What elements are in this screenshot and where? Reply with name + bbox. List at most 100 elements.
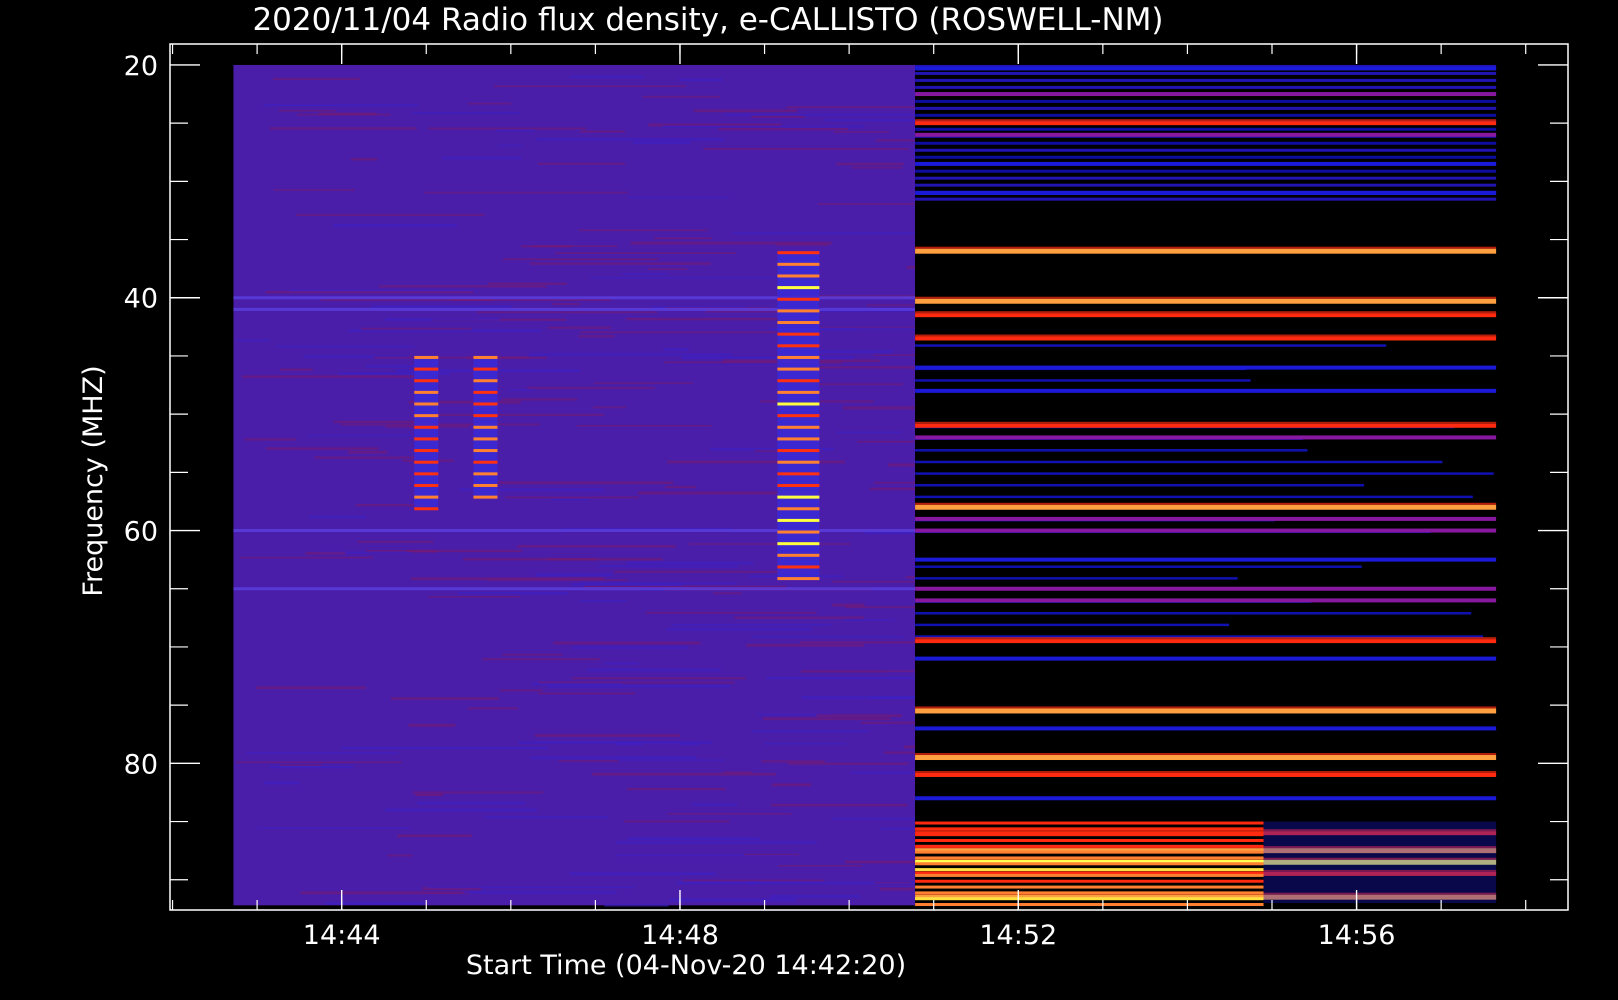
background-texture [682,356,854,359]
band-texture [915,379,1251,382]
background-texture [824,118,916,122]
emission-band [915,726,1497,731]
background-texture [745,644,865,647]
burst-stripe [473,414,498,418]
emission-band [915,336,1497,341]
background-texture [800,670,916,673]
background-texture [888,463,916,467]
burst-stripe [414,483,439,487]
burst-stripe [414,425,439,429]
emission-band [915,365,1497,370]
background-texture [347,450,388,454]
burst-stripe [777,472,820,476]
background-texture [508,389,535,391]
emission-band [915,772,1497,777]
burst-stripe [473,390,498,394]
background-texture [771,783,811,787]
background-texture [280,764,322,766]
burst-stripe [777,367,820,371]
band-texture [915,71,1497,75]
burst-stripe [777,518,820,522]
band-texture [915,344,1387,347]
burst-stripe [473,483,498,487]
background-texture [482,658,600,661]
y-tick-label: 60 [124,517,158,548]
broadband-enhancement [915,891,1264,895]
emission-band [915,796,1497,801]
x-tick-label: 14:44 [303,920,381,951]
background-texture [384,808,537,812]
background-texture [873,354,916,357]
background-texture [278,109,336,112]
burst-stripe [777,565,820,569]
background-texture [845,860,916,864]
background-texture [678,78,723,82]
band-texture [915,141,1497,145]
background-texture [913,151,916,154]
background-texture [850,771,916,774]
background-texture [579,229,708,232]
background-texture [449,298,611,302]
background-texture [309,515,366,519]
background-texture [552,303,580,306]
background-texture [502,258,659,261]
burst-stripe [777,262,820,266]
background-texture [378,285,547,288]
broadband-fade [1263,821,1497,904]
burst-stripe [777,460,820,464]
background-texture [241,375,422,378]
background-texture [761,760,825,763]
background-texture [357,540,434,543]
y-axis-label: Frequency (MHZ) [78,365,109,596]
burst-stripe [473,472,498,476]
emission-band [915,248,1497,254]
background-texture [799,641,916,644]
emission-band [915,557,1497,562]
burst-stripe [414,379,439,383]
background-texture [235,761,403,764]
band-texture [915,623,1230,627]
background-texture [654,237,712,240]
background-texture [387,854,413,857]
background-texture [442,156,522,160]
background-texture [630,241,832,245]
burst-stripe [414,449,439,453]
background-texture [458,591,569,595]
background-texture [528,353,733,356]
background-texture [836,431,902,434]
band-texture [915,183,1497,187]
background-texture [873,481,916,484]
background-texture [764,742,847,745]
band-texture [915,148,1497,152]
background-texture [842,406,916,410]
band-texture [915,460,1443,464]
broadband-enhancement [915,821,1264,825]
background-texture [836,162,904,166]
band-texture [915,169,1497,173]
background-texture [502,398,578,401]
broadband-enhancement [915,838,1264,842]
emission-band-edge [915,706,1497,709]
background-texture [724,113,916,116]
emission-band [915,528,1497,533]
burst-stripe [473,437,498,441]
band-texture [915,577,1238,580]
background-texture [273,77,360,80]
background-texture [586,668,721,672]
burst-stripe [777,332,820,336]
burst-stripe [777,355,820,359]
background-texture [718,127,848,131]
broadband-enhancement [915,903,1264,907]
burst-stripe [777,483,820,487]
burst-stripe [777,274,820,278]
background-texture [622,273,668,276]
background-texture [786,106,916,109]
emission-band [915,755,1497,761]
background-texture [578,335,615,338]
background-texture [663,348,689,351]
background-texture [648,268,688,270]
background-texture [875,139,916,142]
background-texture [616,742,700,746]
burst-stripe [414,460,439,464]
emission-band [915,656,1497,661]
